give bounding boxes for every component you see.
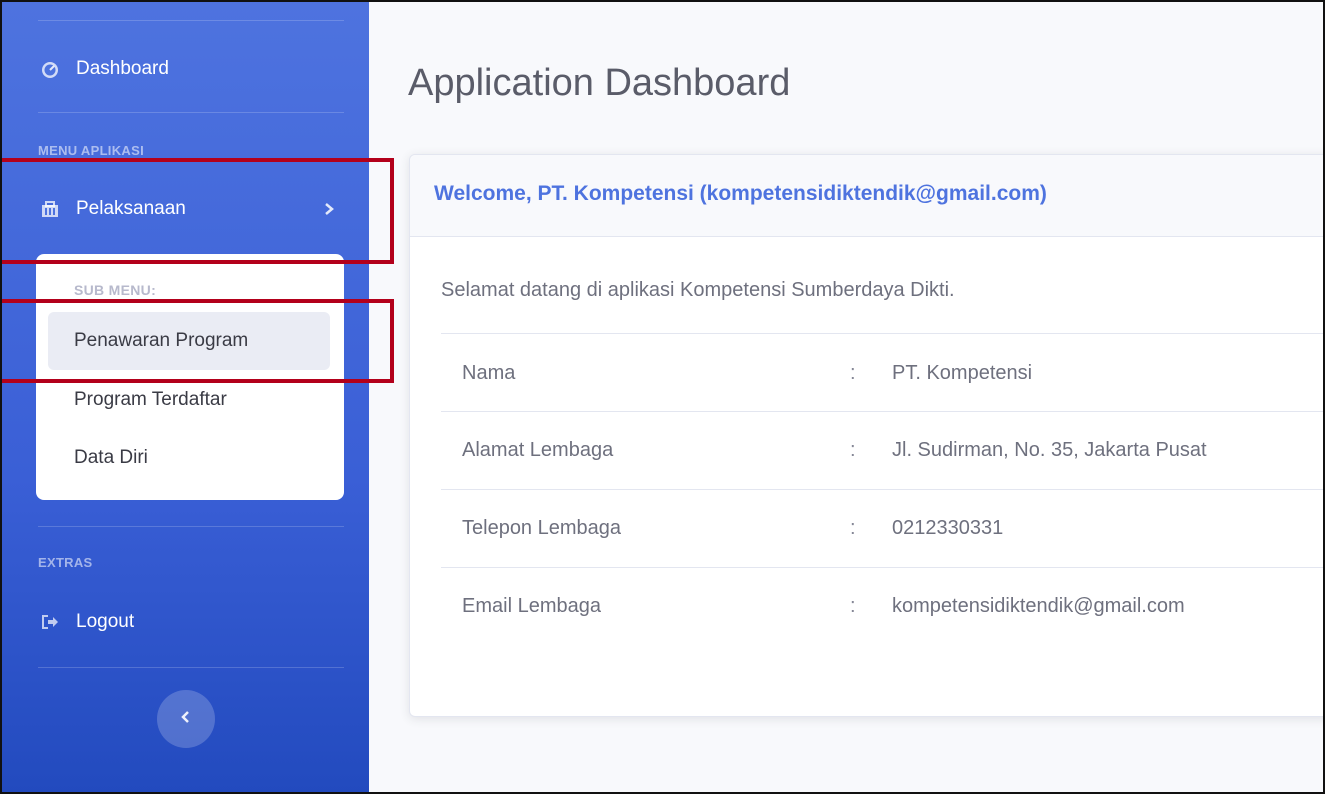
sidebar-item-logout[interactable]: Logout bbox=[38, 602, 344, 642]
sidebar-divider bbox=[38, 526, 344, 527]
chevron-right-icon bbox=[322, 199, 336, 225]
sidebar-item-dashboard[interactable]: Dashboard bbox=[38, 49, 344, 89]
row-label: Email Lembaga bbox=[462, 595, 601, 617]
welcome-text: Welcome, PT. Kompetensi (kompetensidikte… bbox=[434, 182, 1047, 205]
card-header: Welcome, PT. Kompetensi (kompetensidikte… bbox=[410, 155, 1323, 237]
row-separator: : bbox=[850, 362, 856, 384]
sidebar-divider bbox=[38, 20, 344, 21]
page-title: Application Dashboard bbox=[408, 62, 791, 104]
row-divider bbox=[441, 489, 1323, 490]
submenu-item-program-terdaftar[interactable]: Program Terdaftar bbox=[48, 371, 330, 429]
greeting-text: Selamat datang di aplikasi Kompetensi Su… bbox=[441, 279, 955, 301]
submenu-item-penawaran-program[interactable]: Penawaran Program bbox=[48, 312, 330, 370]
row-label: Alamat Lembaga bbox=[462, 439, 614, 461]
chevron-left-icon bbox=[179, 709, 193, 730]
sidebar-heading-menu: MENU APLIKASI bbox=[38, 143, 144, 158]
sign-out-icon bbox=[38, 610, 62, 634]
tachometer-icon bbox=[38, 57, 62, 81]
sidebar-item-label: Logout bbox=[76, 611, 135, 632]
sidebar-heading-extras: EXTRAS bbox=[38, 555, 93, 570]
building-icon bbox=[38, 197, 62, 221]
row-separator: : bbox=[850, 517, 856, 539]
row-value: kompetensidiktendik@gmail.com bbox=[892, 595, 1185, 617]
sidebar-divider bbox=[38, 112, 344, 113]
row-separator: : bbox=[850, 439, 856, 461]
app-window: Dashboard MENU APLIKASI Pelaksanaan SUB … bbox=[0, 0, 1325, 794]
sidebar-item-label: Pelaksanaan bbox=[76, 198, 186, 219]
row-label: Telepon Lembaga bbox=[462, 517, 622, 539]
row-divider bbox=[441, 411, 1323, 412]
row-value: PT. Kompetensi bbox=[892, 362, 1033, 384]
row-value: 0212330331 bbox=[892, 517, 1004, 539]
sidebar: Dashboard MENU APLIKASI Pelaksanaan SUB … bbox=[2, 2, 369, 792]
sidebar-toggle-button[interactable] bbox=[157, 690, 215, 748]
row-label: Nama bbox=[462, 362, 516, 384]
row-value: Jl. Sudirman, No. 35, Jakarta Pusat bbox=[892, 439, 1207, 461]
submenu-item-data-diri[interactable]: Data Diri bbox=[48, 429, 330, 487]
welcome-card: Welcome, PT. Kompetensi (kompetensidikte… bbox=[409, 154, 1323, 717]
row-divider bbox=[441, 567, 1323, 568]
sidebar-item-pelaksanaan[interactable]: Pelaksanaan bbox=[38, 189, 344, 229]
sidebar-divider bbox=[38, 667, 344, 668]
row-divider bbox=[441, 333, 1323, 334]
sidebar-item-label: Dashboard bbox=[76, 58, 169, 79]
submenu-panel: SUB MENU: Penawaran Program Program Terd… bbox=[36, 254, 344, 500]
submenu-heading: SUB MENU: bbox=[74, 282, 157, 298]
row-separator: : bbox=[850, 595, 856, 617]
